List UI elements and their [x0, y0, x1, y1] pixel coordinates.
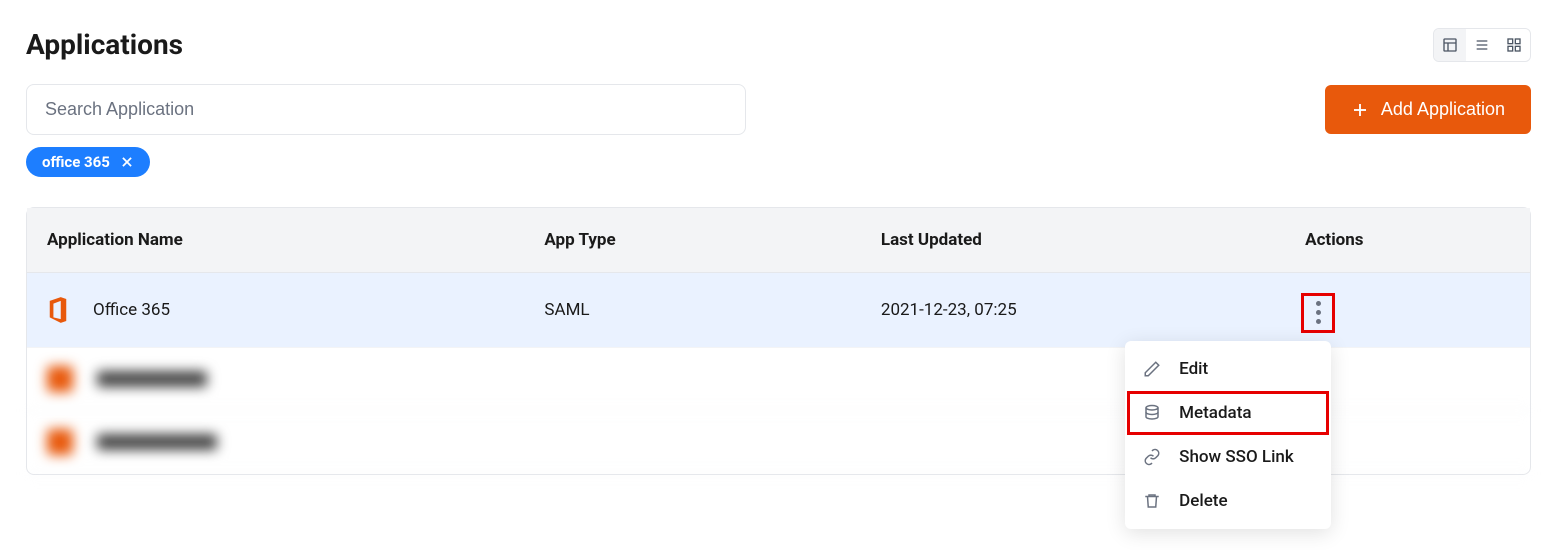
menu-edit-label: Edit	[1179, 359, 1208, 379]
menu-delete-label: Delete	[1179, 491, 1227, 511]
menu-metadata[interactable]: Metadata	[1125, 391, 1331, 435]
add-application-button[interactable]: Add Application	[1325, 85, 1531, 134]
actions-menu: Edit Metadata Show SSO Link Delete	[1125, 341, 1331, 529]
list-icon	[1474, 37, 1490, 53]
filter-chip-label: office 365	[42, 153, 110, 171]
menu-show-sso-label: Show SSO Link	[1179, 447, 1294, 467]
menu-delete[interactable]: Delete	[1125, 479, 1331, 523]
menu-metadata-label: Metadata	[1179, 403, 1251, 423]
table-row[interactable]: Office 365 SAML 2021-12-23, 07:25 Edit M…	[27, 273, 1530, 348]
layout-icon	[1442, 37, 1458, 53]
pencil-icon	[1143, 360, 1161, 378]
app-type: SAML	[544, 300, 880, 320]
header-actions: Actions	[1305, 230, 1510, 250]
filter-chip-close[interactable]	[120, 155, 134, 169]
plus-icon	[1351, 101, 1369, 119]
view-list-button[interactable]	[1466, 29, 1498, 61]
view-grid-button[interactable]	[1498, 29, 1530, 61]
menu-edit[interactable]: Edit	[1125, 347, 1331, 391]
grid-icon	[1506, 37, 1522, 53]
view-layout-button[interactable]	[1434, 29, 1466, 61]
header-type: App Type	[544, 230, 880, 250]
header-name: Application Name	[47, 230, 544, 250]
header-updated: Last Updated	[881, 230, 1305, 250]
app-updated: 2021-12-23, 07:25	[881, 300, 1305, 320]
office365-icon	[47, 297, 69, 323]
add-application-label: Add Application	[1381, 99, 1505, 120]
page-title: Applications	[26, 28, 183, 61]
view-toggle	[1433, 28, 1531, 62]
search-input[interactable]	[26, 84, 746, 135]
menu-show-sso[interactable]: Show SSO Link	[1125, 435, 1331, 479]
close-icon	[120, 155, 134, 169]
table-header: Application Name App Type Last Updated A…	[27, 208, 1530, 273]
database-icon	[1143, 404, 1161, 422]
app-name: Office 365	[93, 300, 170, 320]
trash-icon	[1143, 492, 1161, 510]
filter-chip: office 365	[26, 147, 150, 177]
link-icon	[1143, 448, 1161, 466]
applications-table: Application Name App Type Last Updated A…	[26, 207, 1531, 475]
row-actions-button[interactable]	[1305, 297, 1331, 329]
